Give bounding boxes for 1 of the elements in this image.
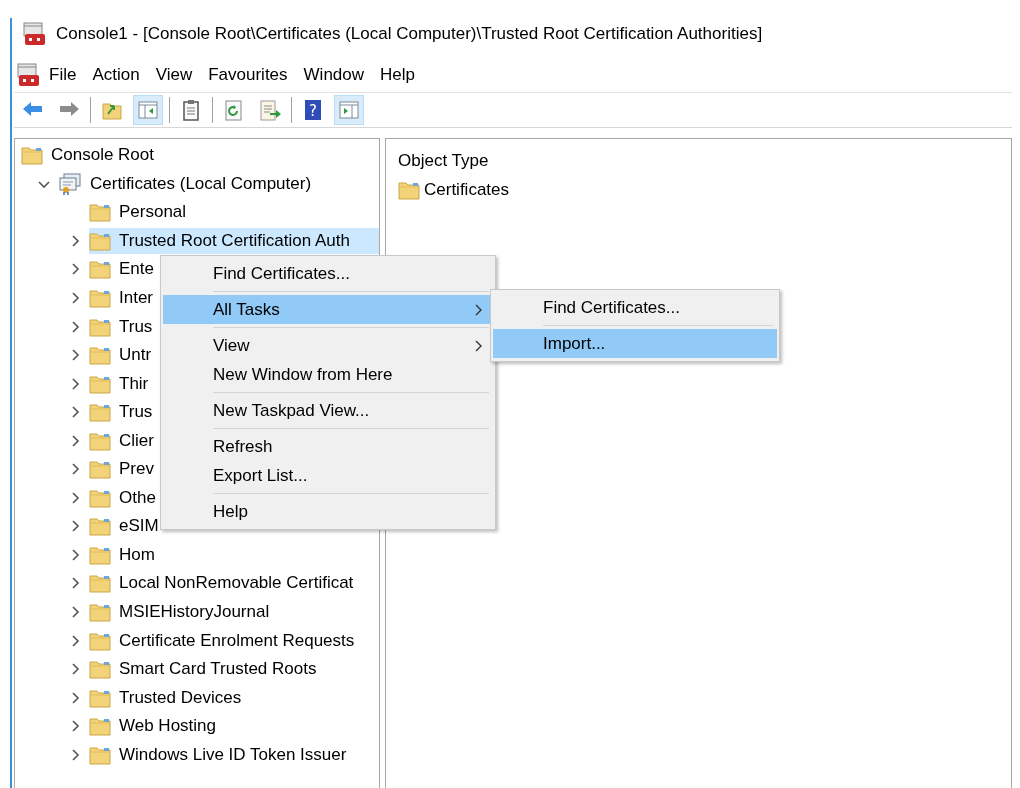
window-title: Console1 - [Console Root\Certificates (Local Computer)\Trusted Root Certification Authorities] [56, 24, 763, 44]
